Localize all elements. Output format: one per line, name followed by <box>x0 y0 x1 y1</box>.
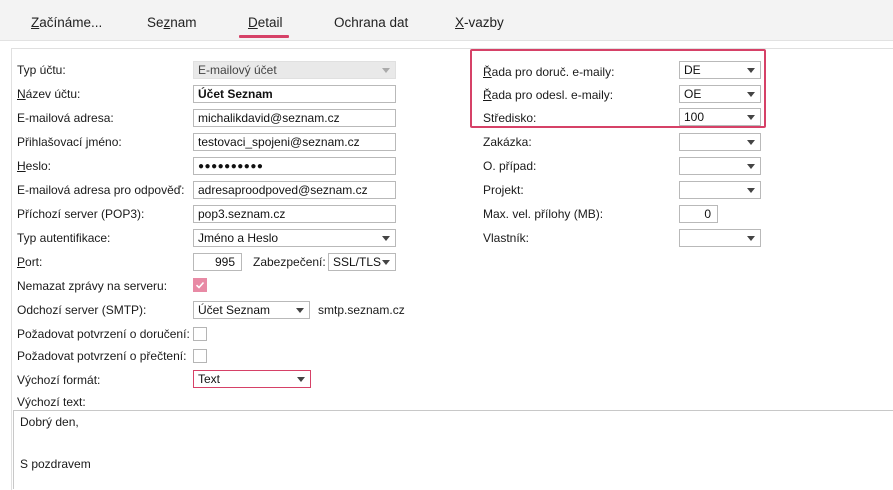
security-value: SSL/TLS <box>333 255 382 269</box>
label-zakazka: Zakázka: <box>483 135 532 149</box>
label-nazev-uctu: Název účtu: <box>17 87 81 101</box>
rada-odesl-select[interactable]: OE <box>679 85 761 103</box>
tab-detail[interactable]: Detail <box>248 15 283 30</box>
tab-seznam[interactable]: Seznam <box>147 15 197 30</box>
pop3-input[interactable]: pop3.seznam.cz <box>193 205 396 223</box>
tab-zaciname[interactable]: Začínáme... <box>31 15 102 30</box>
checkmark-icon <box>195 281 205 289</box>
smtp-value: Účet Seznam <box>198 303 271 317</box>
tab-ochrana-dat[interactable]: Ochrana dat <box>334 15 408 30</box>
port-input[interactable]: 995 <box>193 253 242 271</box>
chevron-down-icon <box>747 140 755 145</box>
chevron-down-icon <box>747 115 755 120</box>
tab-bar: Začínáme... Seznam Detail Ochrana dat X-… <box>0 0 893 41</box>
stredisko-select[interactable]: 100 <box>679 108 761 126</box>
security-select[interactable]: SSL/TLS <box>328 253 396 271</box>
auth-value: Jméno a Heslo <box>198 231 279 245</box>
auth-select[interactable]: Jméno a Heslo <box>193 229 396 247</box>
label-login: Přihlašovací jméno: <box>17 135 122 149</box>
label-rada-doruc: Řada pro doruč. e-maily: <box>483 65 615 79</box>
chevron-down-icon <box>296 308 304 313</box>
label-vlastnik: Vlastník: <box>483 231 530 245</box>
label-max-priloha: Max. vel. přílohy (MB): <box>483 207 604 221</box>
login-input[interactable]: testovaci_spojeni@seznam.cz <box>193 133 396 151</box>
chevron-down-icon <box>382 68 390 73</box>
label-pop3: Příchozí server (POP3): <box>17 207 145 221</box>
label-email: E-mailová adresa: <box>17 111 114 125</box>
label-potvrzeni-precteni: Požadovat potvrzení o přečtení: <box>17 349 187 363</box>
format-value: Text <box>198 372 221 386</box>
tab-x-vazby[interactable]: X-vazby <box>455 15 504 30</box>
potvrzeni-precteni-checkbox[interactable] <box>193 349 207 363</box>
typ-uctu-select: E-mailový účet <box>193 61 396 79</box>
nemazat-checkbox[interactable] <box>193 278 207 292</box>
typ-uctu-value: E-mailový účet <box>198 63 277 77</box>
chevron-down-icon <box>747 68 755 73</box>
chevron-down-icon <box>297 377 305 382</box>
stredisko-value: 100 <box>684 110 705 124</box>
label-projekt: Projekt: <box>483 183 524 197</box>
label-smtp: Odchozí server (SMTP): <box>17 303 147 317</box>
chevron-down-icon <box>747 188 755 193</box>
reply-email-input[interactable]: adresaproodpoved@seznam.cz <box>193 181 396 199</box>
label-nemazat: Nemazat zprávy na serveru: <box>17 279 168 293</box>
label-heslo: Heslo: <box>17 159 52 173</box>
vlastnik-select[interactable] <box>679 229 761 247</box>
password-input[interactable]: ●●●●●●●●●● <box>193 157 396 175</box>
label-typ-uctu: Typ účtu: <box>17 63 66 77</box>
label-rada-odesl: Řada pro odesl. e-maily: <box>483 88 614 102</box>
rada-doruc-value: DE <box>684 63 701 77</box>
text-line: S pozdravem <box>20 457 91 471</box>
label-stredisko: Středisko: <box>483 111 537 125</box>
chevron-down-icon <box>382 260 390 265</box>
rada-doruc-select[interactable]: DE <box>679 61 761 79</box>
chevron-down-icon <box>382 236 390 241</box>
chevron-down-icon <box>747 164 755 169</box>
potvrzeni-doruceni-checkbox[interactable] <box>193 327 207 341</box>
active-tab-indicator <box>239 35 289 38</box>
label-pripad: O. případ: <box>483 159 537 173</box>
chevron-down-icon <box>747 236 755 241</box>
default-text-area[interactable]: Dobrý den, S pozdravem <box>13 410 893 489</box>
label-zabezpeceni: Zabezpečení: <box>253 255 326 269</box>
email-input[interactable]: michalikdavid@seznam.cz <box>193 109 396 127</box>
label-auth: Typ autentifikace: <box>17 231 111 245</box>
label-format: Výchozí formát: <box>17 373 101 387</box>
zakazka-select[interactable] <box>679 133 761 151</box>
label-potvrzeni-doruceni: Požadovat potvrzení o doručení: <box>17 327 190 341</box>
pripad-select[interactable] <box>679 157 761 175</box>
label-vychozi-text: Výchozí text: <box>17 395 86 409</box>
label-port: Port: <box>17 255 43 269</box>
label-reply-email: E-mailová adresa pro odpověď: <box>17 183 185 197</box>
projekt-select[interactable] <box>679 181 761 199</box>
chevron-down-icon <box>747 92 755 97</box>
text-line <box>20 429 887 443</box>
smtp-select[interactable]: Účet Seznam <box>193 301 310 319</box>
smtp-server-text: smtp.seznam.cz <box>318 303 405 317</box>
text-line <box>20 443 887 457</box>
rada-odesl-value: OE <box>684 87 702 101</box>
max-priloha-input[interactable]: 0 <box>679 205 718 223</box>
nazev-uctu-input[interactable]: Účet Seznam <box>193 85 396 103</box>
format-select[interactable]: Text <box>193 370 311 388</box>
text-line: Dobrý den, <box>20 415 79 429</box>
